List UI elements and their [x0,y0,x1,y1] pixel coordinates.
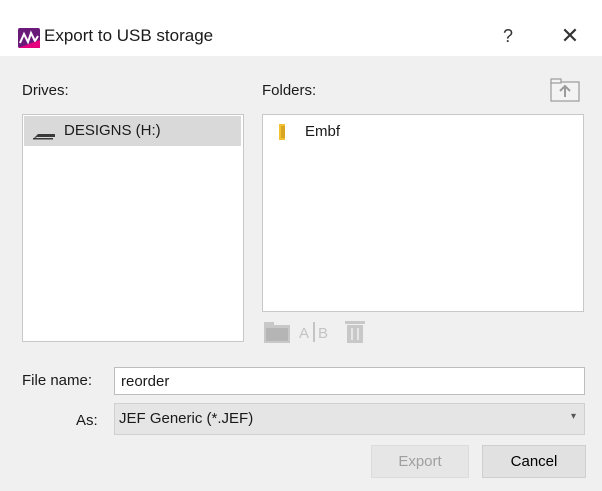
close-button[interactable]: ✕ [548,22,592,50]
new-folder-icon [264,322,290,343]
drive-label: DESIGNS (H:) [64,122,161,139]
svg-text:A: A [299,325,309,342]
usb-drive-icon [32,128,56,146]
svg-text:B: B [318,325,328,342]
export-dialog: Export to USB storage ? ✕ Drives: DESIGN… [0,0,602,491]
file-name-input[interactable] [114,367,585,395]
folder-up-button[interactable] [549,77,581,103]
rename-icon: A B [299,322,328,342]
drive-item[interactable]: DESIGNS (H:) [24,116,241,146]
drives-label: Drives: [22,82,69,99]
folders-list[interactable]: Embf [262,114,584,312]
cancel-button[interactable]: Cancel [482,445,586,478]
file-name-label: File name: [22,372,93,389]
delete-button[interactable] [342,317,368,350]
help-button[interactable]: ? [488,22,528,50]
as-label: As: [76,412,98,429]
export-button[interactable]: Export [371,445,469,478]
format-select-value: JEF Generic (*.JEF) [119,410,254,427]
delete-icon [345,321,365,343]
app-logo-icon [18,28,40,48]
window-title: Export to USB storage [44,26,214,45]
folder-icon [275,122,293,147]
folder-label: Embf [305,123,341,140]
title-bar[interactable]: Export to USB storage ? ✕ [0,0,602,56]
folders-label: Folders: [262,82,317,99]
folder-item[interactable]: Embf [271,121,471,145]
format-select[interactable]: JEF Generic (*.JEF) ▾ [114,403,585,435]
folder-up-icon [550,78,580,102]
drives-list[interactable]: DESIGNS (H:) [22,114,244,342]
rename-button[interactable]: A B [296,317,336,350]
chevron-down-icon: ▾ [570,411,576,422]
new-folder-button[interactable] [262,317,292,350]
